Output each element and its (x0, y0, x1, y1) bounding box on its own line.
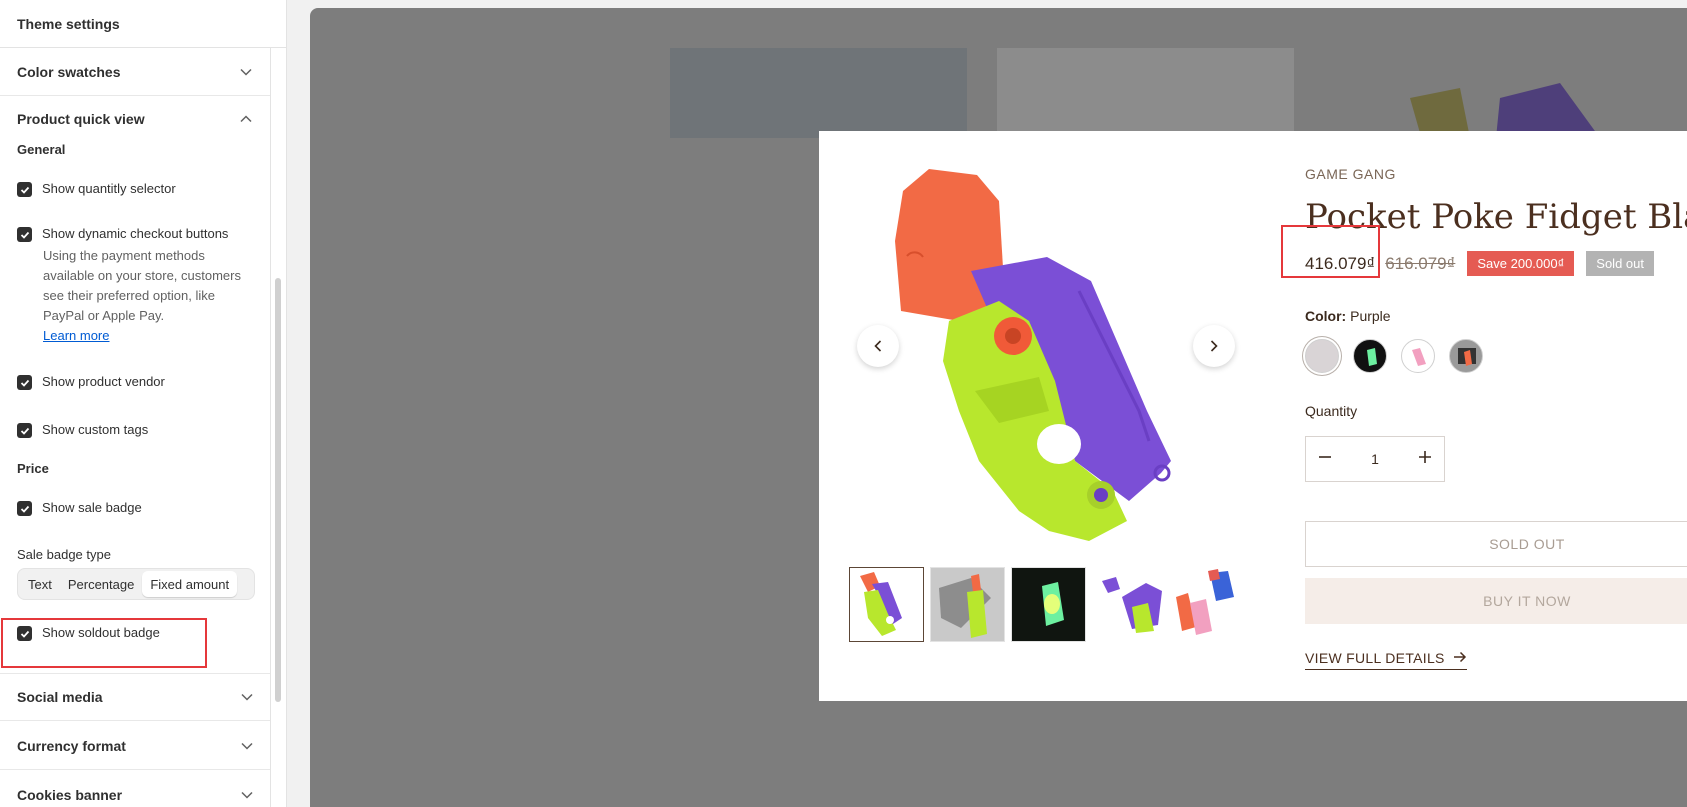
sale-badge: Save 200.000₫ (1467, 251, 1575, 276)
buy-it-now-button[interactable]: BUY IT NOW (1305, 578, 1687, 624)
sold-out-badge: Sold out (1586, 251, 1654, 276)
color-label-row: Color: Purple (1305, 308, 1391, 324)
sale-badge-type-segmented: Text Percentage Fixed amount (17, 568, 255, 600)
next-image-button[interactable] (1193, 325, 1235, 367)
quick-view-modal: GAME GANG Pocket Poke Fidget Blade 416.0… (819, 131, 1687, 701)
section-cookies-banner[interactable]: Cookies banner (0, 771, 270, 807)
segment-percentage[interactable]: Percentage (60, 571, 143, 597)
product-quick-view-settings: General Show quantitly selector Show dyn… (0, 142, 270, 641)
color-label: Color: (1305, 308, 1347, 324)
section-label: Color swatches (17, 63, 121, 80)
color-swatches (1305, 339, 1483, 373)
swatch-gray[interactable] (1449, 339, 1483, 373)
learn-more-link[interactable]: Learn more (43, 328, 109, 343)
storefront-preview: GAME GANG Pocket Poke Fidget Blade 416.0… (310, 8, 1687, 807)
section-social-media[interactable]: Social media (0, 673, 270, 721)
chevron-down-icon (240, 739, 254, 753)
chevron-up-icon (239, 112, 253, 126)
prev-image-button[interactable] (857, 325, 899, 367)
checkbox-checked-icon[interactable] (17, 423, 32, 438)
product-vendor: GAME GANG (1305, 166, 1396, 182)
thumbnail-strip (849, 567, 1242, 642)
section-currency-format[interactable]: Currency format (0, 722, 270, 770)
checkbox-checked-icon[interactable] (17, 501, 32, 516)
thumbnail-1[interactable] (849, 567, 924, 642)
view-full-label: VIEW FULL DETAILS (1305, 650, 1445, 666)
arrow-right-icon (1453, 650, 1467, 666)
quantity-stepper: 1 (1305, 436, 1445, 482)
segment-fixed-amount[interactable]: Fixed amount (142, 571, 238, 597)
compare-price: 616.079₫ (1385, 253, 1456, 273)
section-product-quick-view[interactable]: Product quick view (0, 96, 270, 142)
quantity-value[interactable]: 1 (1371, 451, 1379, 467)
chevron-down-icon (240, 690, 254, 704)
view-full-details-link[interactable]: VIEW FULL DETAILS (1305, 650, 1467, 670)
background-product-image (997, 48, 1294, 138)
quantity-selector-checkbox[interactable]: Show quantitly selector (17, 181, 253, 197)
color-value: Purple (1350, 308, 1391, 324)
quantity-label: Quantity (1305, 403, 1358, 419)
section-label: Social media (17, 689, 103, 705)
checkbox-checked-icon[interactable] (17, 182, 32, 197)
help-text: Using the payment methods available on y… (43, 248, 241, 323)
chevron-down-icon (240, 788, 254, 802)
checkbox-label: Show dynamic checkout buttons (42, 226, 229, 241)
sidebar-scrollbar[interactable] (275, 278, 281, 702)
checkbox-label: Show custom tags (42, 422, 149, 437)
chevron-down-icon (239, 65, 253, 79)
checkbox-label: Show quantitly selector (42, 181, 176, 196)
checkbox-checked-icon[interactable] (17, 375, 32, 390)
product-vendor-checkbox[interactable]: Show product vendor (17, 374, 253, 390)
swatch-purple[interactable] (1305, 339, 1339, 373)
sold-out-highlight-box (1281, 225, 1380, 278)
segment-text[interactable]: Text (20, 571, 60, 597)
product-main-image (879, 161, 1229, 561)
theme-settings-sidebar: Theme settings Color swatches Product qu… (0, 0, 287, 807)
checkbox-checked-icon[interactable] (17, 227, 32, 242)
thumbnail-2[interactable] (930, 567, 1005, 642)
general-heading: General (17, 142, 66, 157)
dynamic-checkout-checkbox[interactable]: Show dynamic checkout buttons (17, 226, 253, 242)
price-heading: Price (17, 461, 49, 476)
sold-out-button[interactable]: SOLD OUT (1305, 521, 1687, 567)
chevron-right-icon (1210, 340, 1218, 352)
section-label: Currency format (17, 737, 126, 754)
checkbox-label: Show product vendor (42, 374, 165, 389)
thumbnail-3[interactable] (1011, 567, 1086, 642)
sale-badge-checkbox[interactable]: Show sale badge (17, 500, 253, 516)
settings-scroll-area: Color swatches Product quick view Genera… (0, 48, 271, 807)
section-label: Product quick view (17, 111, 145, 127)
sale-badge-type-label: Sale badge type (17, 547, 111, 562)
swatch-glow[interactable] (1353, 339, 1387, 373)
plus-icon[interactable] (1418, 450, 1432, 469)
swatch-pink[interactable] (1401, 339, 1435, 373)
background-product-image (670, 48, 967, 138)
custom-tags-checkbox[interactable]: Show custom tags (17, 422, 253, 438)
section-label: Cookies banner (17, 786, 123, 803)
minus-icon[interactable] (1318, 450, 1332, 469)
chevron-left-icon (874, 340, 882, 352)
sidebar-title: Theme settings (0, 0, 286, 48)
section-color-swatches[interactable]: Color swatches (0, 48, 270, 96)
dynamic-checkout-help: Using the payment methods available on y… (43, 246, 243, 346)
thumbnail-4[interactable] (1092, 567, 1242, 642)
checkbox-label: Show sale badge (42, 500, 142, 515)
soldout-highlight-box (1, 618, 207, 668)
